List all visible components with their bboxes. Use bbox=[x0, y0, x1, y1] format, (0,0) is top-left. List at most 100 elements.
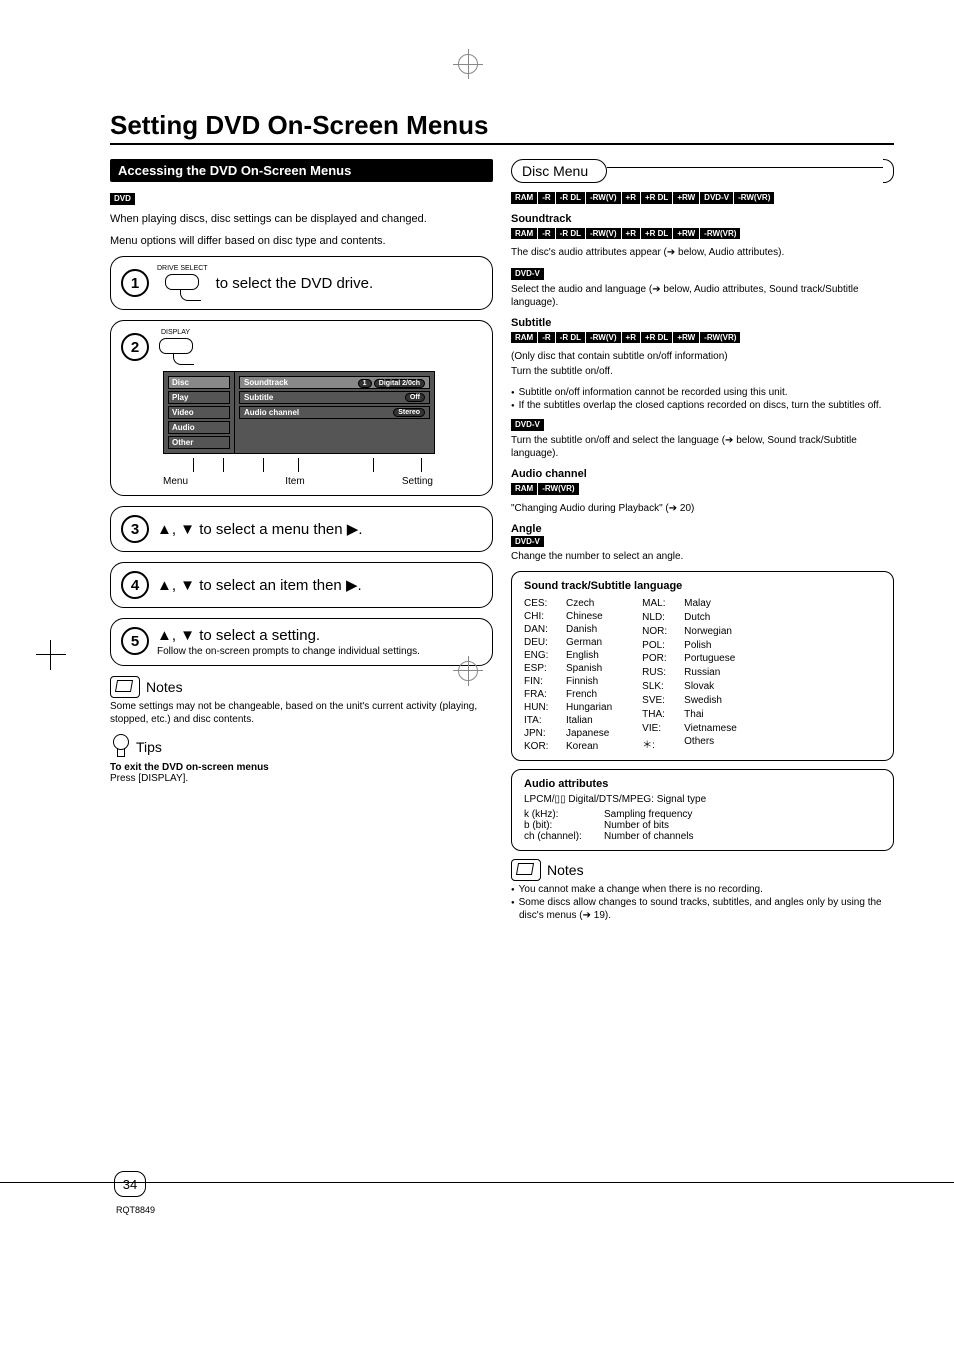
lang-name: French bbox=[566, 689, 612, 700]
format-tag: +R DL bbox=[641, 192, 672, 204]
lang-col-left: CES:CzechCHI:ChineseDAN:DanishDEU:German… bbox=[524, 598, 612, 752]
lang-code: THA: bbox=[642, 709, 684, 721]
bullet-item: If the subtitles overlap the closed capt… bbox=[511, 399, 894, 412]
lang-name: Hungarian bbox=[566, 702, 612, 713]
lang-name: Italian bbox=[566, 715, 612, 726]
step-number-icon: 5 bbox=[121, 627, 149, 655]
osd-tab: Audio bbox=[168, 421, 230, 434]
lang-name: Finnish bbox=[566, 676, 612, 687]
lang-code: NOR: bbox=[642, 626, 684, 638]
notes-body: Some settings may not be changeable, bas… bbox=[110, 700, 493, 726]
disc-menu-heading: Disc Menu bbox=[511, 159, 894, 183]
format-tag: RAM bbox=[511, 192, 537, 204]
dvdv-tag: DVD-V bbox=[511, 268, 544, 280]
osd-item: Audio channel Stereo bbox=[239, 406, 430, 419]
lang-code: ＊: bbox=[642, 736, 684, 752]
step-5-subtext: Follow the on-screen prompts to change i… bbox=[157, 646, 420, 657]
step-3-text: ▲, ▼ to select a menu then ▶. bbox=[157, 520, 363, 538]
intro-2: Menu options will differ based on disc t… bbox=[110, 234, 493, 248]
notes2-bullets: You cannot make a change when there is n… bbox=[511, 883, 894, 922]
format-tag: -R DL bbox=[556, 192, 585, 204]
doc-code: RQT8849 bbox=[116, 1205, 155, 1215]
language-box: Sound track/Subtitle language CES:CzechC… bbox=[511, 571, 894, 761]
bullet-item: Some discs allow changes to sound tracks… bbox=[511, 896, 894, 922]
format-tag: RAM bbox=[511, 483, 537, 495]
lang-code: NLD: bbox=[642, 612, 684, 624]
top-tags: RAM-R-R DL-RW(V)+R+R DL+RWDVD-V-RW(VR) bbox=[511, 189, 894, 207]
osd-labels: Menu Item Setting bbox=[163, 476, 433, 487]
format-tag: +R bbox=[622, 192, 640, 204]
lang-code: POR: bbox=[642, 653, 684, 665]
lang-name: Malay bbox=[684, 598, 737, 610]
attr-rows: k (kHz):Sampling frequencyb (bit):Number… bbox=[524, 809, 881, 842]
subtitle-line3: Turn the subtitle on/off and select the … bbox=[511, 434, 894, 460]
lang-name: Korean bbox=[566, 741, 612, 752]
notes-icon bbox=[511, 859, 541, 881]
step-5: 5 ▲, ▼ to select a setting. Follow the o… bbox=[110, 618, 493, 666]
subtitle-line2: Turn the subtitle on/off. bbox=[511, 365, 894, 378]
osd-tab: Other bbox=[168, 436, 230, 449]
lang-name: Slovak bbox=[684, 681, 737, 693]
lang-name: German bbox=[566, 637, 612, 648]
subtitle-tags: RAM-R-R DL-RW(V)+R+R DL+RW-RW(VR) bbox=[511, 329, 894, 347]
lang-code: FIN: bbox=[524, 676, 566, 687]
step-2: 2 DISPLAY Disc Play Video Audio bbox=[110, 320, 493, 496]
lang-name: Czech bbox=[566, 598, 612, 609]
notes2-heading: Notes bbox=[511, 859, 894, 881]
format-tag: +RW bbox=[673, 192, 699, 204]
notes-icon bbox=[110, 676, 140, 698]
attr-row: k (kHz):Sampling frequency bbox=[524, 809, 881, 820]
format-tag: -RW(V) bbox=[586, 332, 621, 344]
lang-code: CES: bbox=[524, 598, 566, 609]
step-number-icon: 4 bbox=[121, 571, 149, 599]
right-column: Disc Menu RAM-R-R DL-RW(V)+R+R DL+RWDVD-… bbox=[511, 159, 894, 928]
left-column: Accessing the DVD On-Screen Menus DVD Wh… bbox=[110, 159, 493, 928]
step-number-icon: 1 bbox=[121, 269, 149, 297]
lang-code: SVE: bbox=[642, 695, 684, 707]
format-tag: -R bbox=[538, 192, 554, 204]
display-button-icon: DISPLAY bbox=[157, 329, 194, 365]
format-tag: RAM bbox=[511, 228, 537, 240]
format-tag: +RW bbox=[673, 332, 699, 344]
format-tag: +R bbox=[622, 332, 640, 344]
lang-name: Danish bbox=[566, 624, 612, 635]
lang-code: ENG: bbox=[524, 650, 566, 661]
osd-tab: Disc bbox=[168, 376, 230, 389]
section-heading-left: Accessing the DVD On-Screen Menus bbox=[110, 159, 493, 182]
lang-name: Others bbox=[684, 736, 737, 752]
format-tag: +R DL bbox=[641, 332, 672, 344]
lang-name: Vietnamese bbox=[684, 723, 737, 735]
step-1-text: to select the DVD drive. bbox=[216, 275, 374, 292]
attr-box-title: Audio attributes bbox=[524, 778, 881, 790]
lang-code: ITA: bbox=[524, 715, 566, 726]
dvd-tag: DVD bbox=[110, 193, 135, 205]
step-4: 4 ▲, ▼ to select an item then ▶. bbox=[110, 562, 493, 608]
lang-name: Dutch bbox=[684, 612, 737, 624]
subtitle-line1: (Only disc that contain subtitle on/off … bbox=[511, 350, 894, 363]
step-1: 1 DRIVE SELECT to select the DVD drive. bbox=[110, 256, 493, 310]
tips-body: Press [DISPLAY]. bbox=[110, 773, 493, 784]
format-tag: -RW(V) bbox=[586, 192, 621, 204]
lang-name: Japanese bbox=[566, 728, 612, 739]
page-title: Setting DVD On-Screen Menus bbox=[110, 110, 894, 145]
osd-leader-lines bbox=[163, 458, 433, 474]
lang-name: Portuguese bbox=[684, 653, 737, 665]
lang-name: English bbox=[566, 650, 612, 661]
lang-code: KOR: bbox=[524, 741, 566, 752]
lang-name: Russian bbox=[684, 667, 737, 679]
format-tag: +R bbox=[622, 228, 640, 240]
format-tag: -RW(VR) bbox=[734, 192, 774, 204]
tips-icon bbox=[110, 734, 130, 760]
format-tag: +R DL bbox=[641, 228, 672, 240]
bullet-item: Subtitle on/off information cannot be re… bbox=[511, 386, 894, 399]
crop-mark-bottom bbox=[458, 54, 478, 1287]
lang-code: RUS: bbox=[642, 667, 684, 679]
format-tag: RAM bbox=[511, 332, 537, 344]
audio-channel-tags: RAM-RW(VR) bbox=[511, 480, 894, 498]
tips-bold: To exit the DVD on-screen menus bbox=[110, 762, 493, 773]
format-tag: -R bbox=[538, 332, 554, 344]
lang-box-title: Sound track/Subtitle language bbox=[524, 580, 881, 592]
osd-item: Subtitle Off bbox=[239, 391, 430, 404]
lang-code: HUN: bbox=[524, 702, 566, 713]
soundtrack-title: Soundtrack bbox=[511, 213, 894, 225]
